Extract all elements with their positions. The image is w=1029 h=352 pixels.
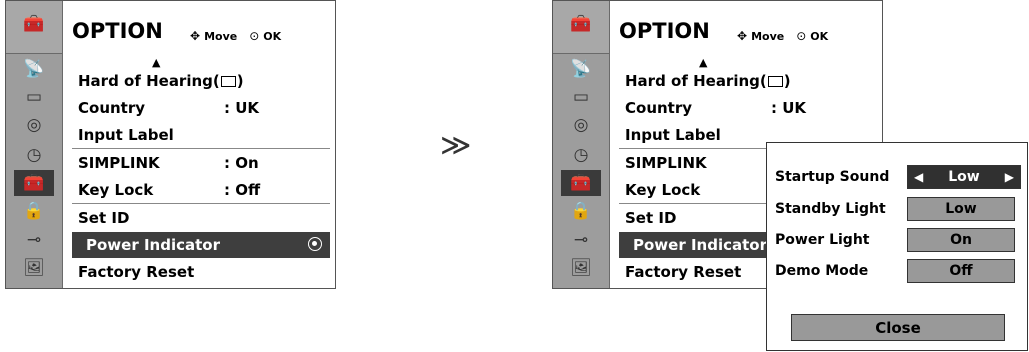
clock-icon[interactable]: ◷ [561,142,601,168]
transition-arrow-icon: ≫ [440,128,472,163]
usb-photo-icon[interactable]: 🖼 [14,255,54,281]
lock-icon[interactable]: 🔒 [561,198,601,224]
arrow-left-icon[interactable]: ◀ [914,170,923,184]
four-way-arrow-icon: ✥ [737,29,748,43]
hint-ok-label: OK [810,29,829,43]
clock-icon[interactable]: ◷ [14,142,54,168]
menu-divider [72,203,330,204]
startup-sound-label: Startup Sound [775,169,890,185]
sidebar-header: 🧰 [6,1,62,54]
popup-row-standby-light[interactable]: Standby Light Low [775,195,1029,223]
closed-caption-icon [767,76,783,87]
option-menu-left: 🧰 📡 ▭ ◎ ◷ 🧰 🔒 ⊸ 🖼 OPTION ✥ Move ⊙ OK ▲ H… [5,0,336,289]
popup-row-demo-mode[interactable]: Demo Mode Off [775,257,1029,285]
demo-mode-value[interactable]: Off [907,259,1015,283]
picture-screen-icon[interactable]: ▭ [14,84,54,110]
menu-item-input-label[interactable]: Input Label [72,122,330,148]
satellite-dish-icon[interactable]: 📡 [14,56,54,82]
lock-icon[interactable]: 🔒 [14,198,54,224]
menu-item-country[interactable]: Country: UK [619,95,877,121]
menu-item-hard-of-hearing[interactable]: Hard of Hearing() [72,68,330,94]
closed-caption-icon [220,76,236,87]
hint-move-label: Move [204,29,238,43]
menu-title: OPTION [619,19,710,43]
startup-sound-selector[interactable]: ◀ Low ▶ [907,165,1021,189]
audio-speaker-icon[interactable]: ◎ [14,112,54,138]
menu-item-simplink[interactable]: SIMPLINK: On [72,150,330,176]
menu-item-hard-of-hearing[interactable]: Hard of Hearing() [619,68,877,94]
usb-photo-icon[interactable]: 🖼 [561,255,601,281]
standby-light-label: Standby Light [775,201,886,217]
navigation-hint: ✥ Move ⊙ OK [190,29,281,43]
ok-circle-icon: ⊙ [796,29,807,43]
startup-sound-value: Low [948,169,980,185]
sidebar-header: 🧰 [553,1,609,54]
option-toolbox-icon: 🧰 [570,14,592,34]
demo-mode-label: Demo Mode [775,263,869,279]
arrow-right-icon[interactable]: ▶ [1005,170,1014,184]
input-plug-icon[interactable]: ⊸ [14,227,54,253]
popup-row-startup-sound[interactable]: Startup Sound ◀ Low ▶ [775,163,1029,191]
input-plug-icon[interactable]: ⊸ [561,227,601,253]
option-toolbox-icon[interactable]: 🧰 [561,170,601,196]
menu-title: OPTION [72,19,163,43]
popup-row-power-light[interactable]: Power Light On [775,226,1029,254]
option-toolbox-icon: 🧰 [23,14,45,34]
hint-ok-label: OK [263,29,282,43]
menu-item-country[interactable]: Country: UK [72,95,330,121]
navigation-hint: ✥ Move ⊙ OK [737,29,828,43]
menu-sidebar: 🧰 📡 ▭ ◎ ◷ 🧰 🔒 ⊸ 🖼 [6,1,63,288]
selected-radio-icon [308,237,322,251]
power-light-value[interactable]: On [907,228,1015,252]
power-indicator-popup: Startup Sound ◀ Low ▶ Standby Light Low … [766,142,1028,351]
four-way-arrow-icon: ✥ [190,29,201,43]
menu-item-power-indicator[interactable]: Power Indicator [72,232,330,258]
menu-item-set-id[interactable]: Set ID [72,205,330,231]
power-light-label: Power Light [775,232,870,248]
menu-sidebar: 🧰 📡 ▭ ◎ ◷ 🧰 🔒 ⊸ 🖼 [553,1,610,288]
picture-screen-icon[interactable]: ▭ [561,84,601,110]
standby-light-value[interactable]: Low [907,197,1015,221]
hint-move-label: Move [751,29,785,43]
ok-circle-icon: ⊙ [249,29,260,43]
audio-speaker-icon[interactable]: ◎ [561,112,601,138]
menu-divider [72,148,330,149]
satellite-dish-icon[interactable]: 📡 [561,56,601,82]
close-button[interactable]: Close [791,314,1005,341]
menu-item-factory-reset[interactable]: Factory Reset [72,259,330,285]
option-toolbox-icon[interactable]: 🧰 [14,170,54,196]
menu-item-key-lock[interactable]: Key Lock: Off [72,177,330,203]
